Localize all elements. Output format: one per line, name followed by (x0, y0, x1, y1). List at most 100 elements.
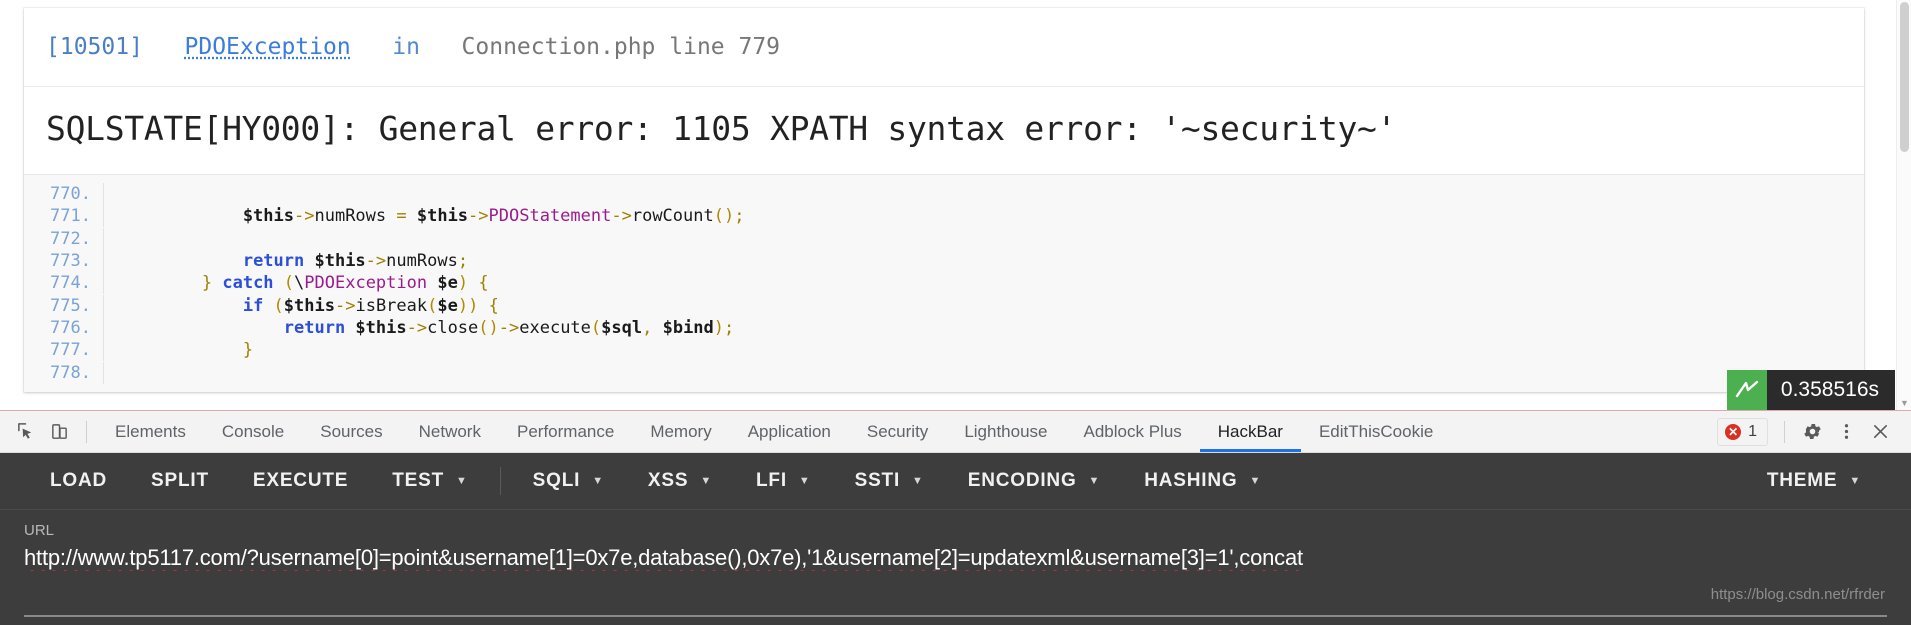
tab-memory[interactable]: Memory (632, 411, 729, 452)
hackbar-theme-button[interactable]: THEME ▼ (1745, 453, 1883, 510)
error-count-badge[interactable]: ✕ 1 (1717, 417, 1768, 446)
exception-file-location: Connection.php line 779 (461, 34, 781, 60)
code-line-row: 773. return $this->numRows; (24, 250, 1864, 273)
hackbar-split-label: SPLIT (151, 470, 209, 491)
exception-card: [10501] PDOException in Connection.php l… (24, 8, 1864, 392)
tab-network[interactable]: Network (401, 411, 499, 452)
line-content: $this->numRows = $this->PDOStatement->ro… (120, 206, 745, 227)
chevron-down-icon: ▼ (1249, 475, 1262, 487)
devtools-panel: Elements Console Sources Network Perform… (0, 410, 1911, 625)
hackbar-load-label: LOAD (50, 470, 108, 491)
code-line-row: 778. (24, 361, 1864, 384)
debug-time-value: 0.358516s (1780, 378, 1879, 401)
device-toolbar-icon[interactable] (42, 415, 76, 449)
tab-lighthouse[interactable]: Lighthouse (946, 411, 1065, 452)
chevron-down-icon: ▼ (455, 475, 468, 487)
tab-elements[interactable]: Elements (97, 411, 204, 452)
hackbar-encoding-button[interactable]: ENCODING ▼ (946, 453, 1122, 510)
devtools-tabbar: Elements Console Sources Network Perform… (0, 411, 1911, 453)
inspect-element-icon[interactable] (8, 415, 42, 449)
kebab-menu-icon[interactable] (1829, 415, 1863, 449)
code-line-row: 771. $this->numRows = $this->PDOStatemen… (24, 205, 1864, 228)
hackbar-hashing-label: HASHING (1144, 470, 1238, 491)
chevron-down-icon: ▼ (592, 475, 604, 487)
hackbar-execute-label: EXECUTE (252, 470, 349, 491)
line-number: 778. (24, 361, 104, 384)
hackbar-ssti-label: SSTI (854, 470, 901, 491)
line-number: 774. (24, 272, 104, 295)
code-line-row: 770. (24, 183, 1864, 206)
url-field-label: URL (24, 522, 55, 539)
toolbar-divider (86, 420, 87, 443)
tab-console[interactable]: Console (204, 411, 302, 452)
hackbar-sqli-button[interactable]: SQLI ▼ (511, 453, 626, 510)
hackbar-sqli-label: SQLI (532, 470, 581, 491)
page-scrollbar[interactable]: ▲ ▼ (1896, 0, 1911, 410)
hackbar-hashing-button[interactable]: HASHING ▼ (1122, 453, 1283, 510)
devtools-tab-list: Elements Console Sources Network Perform… (97, 411, 1717, 452)
chevron-down-icon: ▼ (1088, 475, 1101, 487)
hackbar-lfi-button[interactable]: LFI ▼ (734, 453, 833, 510)
line-number: 776. (24, 316, 104, 339)
line-number: 773. (24, 250, 104, 273)
hackbar-ssti-button[interactable]: SSTI ▼ (833, 453, 946, 510)
exception-message: SQLSTATE[HY000]: General error: 1105 XPA… (46, 109, 1397, 148)
tab-editthiscookie[interactable]: EditThisCookie (1301, 411, 1451, 452)
line-content: return $this->close()->execute($sql, $bi… (283, 317, 735, 338)
line-content: } catch (\PDOException $e) { (120, 273, 489, 294)
browser-page-content: [10501] PDOException in Connection.php l… (0, 0, 1911, 410)
line-number: 775. (24, 294, 104, 317)
chevron-down-icon: ▼ (1849, 475, 1861, 487)
tab-application[interactable]: Application (730, 411, 849, 452)
code-line-row: 774. } catch (\PDOException $e) { (24, 272, 1864, 295)
exception-in-keyword: in (392, 34, 420, 60)
hackbar-test-label: TEST (392, 470, 444, 491)
exception-code: [10501] (46, 34, 143, 60)
line-number: 777. (24, 339, 104, 362)
tab-security[interactable]: Security (849, 411, 946, 452)
code-line-row: 776. return $this->close()->execute($sql… (24, 316, 1864, 339)
line-number: 772. (24, 227, 104, 250)
chevron-down-icon: ▼ (700, 475, 713, 487)
exception-header: [10501] PDOException in Connection.php l… (24, 8, 1864, 76)
hackbar-panel: LOAD SPLIT EXECUTE TEST ▼ SQLI ▼ XSS ▼ L… (0, 453, 1911, 625)
chevron-down-icon: ▼ (798, 475, 811, 487)
hackbar-execute-button[interactable]: EXECUTE (231, 453, 370, 510)
watermark-text: https://blog.csdn.net/rfrder (1710, 586, 1885, 603)
hackbar-split-button[interactable]: SPLIT (129, 453, 231, 510)
devtools-tabbar-actions: ✕ 1 (1717, 415, 1903, 449)
url-input[interactable]: http://www.tp5117.com/?username[0]=point… (24, 545, 1887, 571)
tab-sources[interactable]: Sources (302, 411, 400, 452)
hackbar-load-button[interactable]: LOAD (28, 453, 129, 510)
line-number: 770. (24, 183, 104, 206)
scroll-down-arrow[interactable]: ▼ (1897, 396, 1911, 410)
debug-speed-badge[interactable]: 0.358516s (1726, 370, 1895, 410)
code-line-row: 775. if ($this->isBreak($e)) { (24, 294, 1864, 317)
line-content: } (120, 340, 254, 361)
error-dot-icon: ✕ (1725, 423, 1742, 440)
hackbar-toolbar: LOAD SPLIT EXECUTE TEST ▼ SQLI ▼ XSS ▼ L… (0, 453, 1911, 510)
line-content: return $this->numRows; (242, 251, 469, 272)
exception-title-line: [10501] PDOException in Connection.php l… (46, 34, 1842, 60)
hackbar-url-section: URL http://www.tp5117.com/?username[0]=p… (0, 510, 1911, 571)
hackbar-toolbar-divider (499, 467, 501, 495)
hackbar-xss-button[interactable]: XSS ▼ (626, 453, 734, 510)
line-number: 771. (24, 205, 104, 228)
url-input-underline (24, 615, 1887, 617)
tab-adblock-plus[interactable]: Adblock Plus (1066, 411, 1200, 452)
exception-type-link[interactable]: PDOException (185, 34, 351, 60)
error-count-value: 1 (1748, 422, 1757, 440)
hackbar-lfi-label: LFI (756, 470, 787, 491)
line-content: if ($this->isBreak($e)) { (242, 295, 499, 316)
source-code-block: 770. 771. $this->numRows = $this->PDOSta… (24, 174, 1864, 392)
close-icon[interactable] (1863, 415, 1897, 449)
code-line-row: 772. (24, 227, 1864, 250)
hackbar-xss-label: XSS (647, 470, 689, 491)
gear-icon[interactable] (1795, 415, 1829, 449)
hackbar-theme-label: THEME (1766, 470, 1838, 491)
tab-hackbar[interactable]: HackBar (1199, 411, 1301, 452)
tab-performance[interactable]: Performance (499, 411, 632, 452)
hackbar-test-button[interactable]: TEST ▼ (370, 453, 489, 510)
scrollbar-thumb[interactable] (1900, 2, 1909, 152)
chevron-down-icon: ▼ (912, 475, 924, 487)
